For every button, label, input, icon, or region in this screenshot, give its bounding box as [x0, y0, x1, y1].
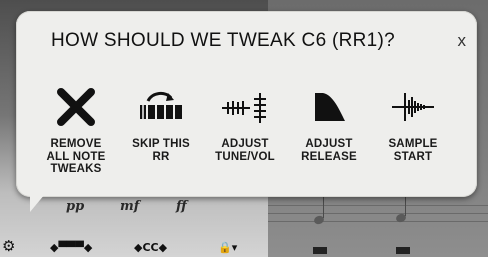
option-label: REMOVE ALL NOTE TWEAKS [46, 138, 106, 175]
sample-start-button[interactable]: SAMPLE START [371, 79, 455, 189]
lock-icon[interactable]: 🔒▾ [218, 241, 237, 254]
adjust-tune-vol-button[interactable]: ADJUST TUNE/VOL [203, 79, 287, 189]
keyboard-marker [396, 247, 410, 254]
staff-line [268, 205, 488, 206]
popup-title: HOW SHOULD WE TWEAK C6 (RR1)? [51, 30, 396, 51]
tune-volume-icon [203, 86, 287, 128]
bottom-controls: ⚙ ◆▀▀▀◆ ◆CC◆ 🔒▾ [0, 236, 268, 257]
dynamic-ff[interactable]: ff [176, 199, 187, 214]
staff-line [268, 213, 488, 214]
skip-rr-button[interactable]: SKIP THIS RR [119, 79, 203, 189]
cc-selector[interactable]: ◆CC◆ [134, 241, 167, 254]
keyboard-marker [313, 247, 327, 254]
staff-line [268, 221, 488, 222]
tweak-popup: HOW SHOULD WE TWEAK C6 (RR1)? x REMOVE A… [16, 11, 477, 197]
dynamic-mf[interactable]: mf [120, 199, 139, 214]
release-envelope-icon [287, 86, 371, 128]
skip-round-robin-icon [119, 86, 203, 128]
close-button[interactable]: x [458, 31, 467, 51]
adjust-release-button[interactable]: ADJUST RELEASE [287, 79, 371, 189]
sample-start-waveform-icon [371, 86, 455, 128]
x-remove-icon [34, 86, 118, 128]
dynamic-pp[interactable]: pp [66, 199, 84, 214]
gear-icon[interactable]: ⚙ [2, 237, 15, 255]
option-label: ADJUST RELEASE [301, 138, 357, 163]
option-label: ADJUST TUNE/VOL [215, 138, 275, 163]
remove-all-tweaks-button[interactable]: REMOVE ALL NOTE TWEAKS [34, 79, 118, 189]
popup-pointer [30, 194, 45, 212]
dynamics-row: pp mf ff [46, 199, 246, 221]
option-label: SAMPLE START [388, 138, 438, 163]
option-label: SKIP THIS RR [132, 138, 190, 163]
keys-selector[interactable]: ◆▀▀▀◆ [50, 241, 92, 254]
